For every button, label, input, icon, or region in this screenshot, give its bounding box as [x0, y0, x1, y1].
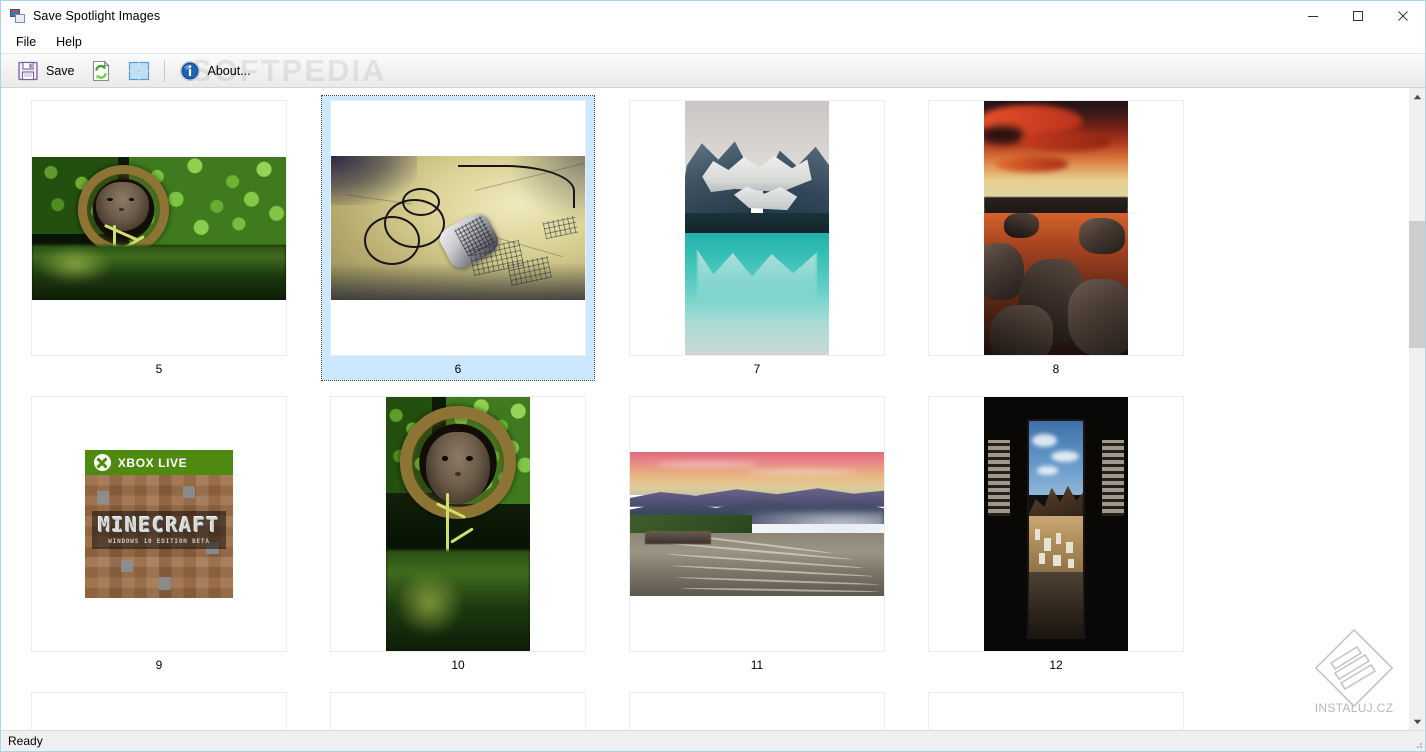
thumbnail-item[interactable]: 15 — [621, 688, 893, 730]
about-button-label: About... — [207, 63, 251, 78]
xbox-live-banner: XBOX LIVE — [85, 450, 233, 476]
thumbnail-label: 5 — [155, 362, 163, 376]
close-button[interactable] — [1380, 1, 1425, 31]
app-window-icon — [10, 8, 26, 24]
thumbnail-image — [386, 397, 530, 651]
thumbnail-image-box — [330, 396, 586, 652]
application-window: Save Spotlight Images File Help SOFTPEDI… — [0, 0, 1426, 752]
scroll-down-arrow-icon — [1413, 719, 1421, 724]
scrollbar-thumb[interactable] — [1409, 220, 1425, 349]
thumbnail-image-box — [629, 100, 885, 356]
scroll-up-button[interactable] — [1409, 88, 1425, 105]
thumbnail-label: 9 — [155, 658, 163, 672]
thumbnail-image-box — [330, 692, 586, 730]
thumbnail-label: 12 — [1049, 658, 1063, 672]
minimize-icon — [1307, 16, 1318, 17]
scroll-up-arrow-icon — [1413, 94, 1421, 99]
thumbnail-image-box — [928, 396, 1184, 652]
thumbnail-image-box — [31, 692, 287, 730]
thumbnail-image-box: XBOX LIVE MINECRAFT WINDOWS 10 EDITION B… — [31, 396, 287, 652]
content-area: 5 6 7 8 XBOX LIVE MINECRAFT WINDOWS 10 E… — [1, 88, 1425, 730]
thumbnail-gallery[interactable]: 5 6 7 8 XBOX LIVE MINECRAFT WINDOWS 10 E… — [1, 88, 1408, 730]
thumbnail-item[interactable]: 16 — [920, 688, 1192, 730]
thumbnail-image — [32, 156, 286, 300]
window-title: Save Spotlight Images — [33, 9, 161, 23]
thumbnail-image — [984, 397, 1128, 651]
info-circle-icon — [179, 60, 200, 81]
thumbnail-label: 7 — [753, 362, 761, 376]
vertical-scrollbar[interactable] — [1408, 88, 1425, 730]
xbox-logo-icon — [93, 454, 111, 472]
minecraft-subtitle: WINDOWS 10 EDITION BETA — [108, 537, 210, 545]
scrollbar-track[interactable] — [1409, 105, 1425, 713]
menu-item-file[interactable]: File — [7, 33, 45, 51]
thumbnail-image: XBOX LIVE MINECRAFT WINDOWS 10 EDITION B… — [85, 450, 233, 598]
thumbnail-image — [685, 101, 829, 355]
toolbar: SOFTPEDIA Save About... — [1, 53, 1425, 88]
thumbnail-image-box — [928, 100, 1184, 356]
title-bar: Save Spotlight Images — [1, 1, 1425, 31]
thumbnail-item[interactable]: 12 — [920, 392, 1192, 676]
grid-view-icon — [128, 61, 149, 80]
refresh-button[interactable] — [82, 55, 120, 86]
about-button[interactable]: About... — [171, 55, 258, 86]
thumbnail-item-selected[interactable]: 6 — [321, 95, 595, 381]
thumbnail-item[interactable]: 11 — [621, 392, 893, 676]
thumbnail-image-box — [31, 100, 287, 356]
status-text: Ready — [8, 734, 43, 748]
thumbnail-image-box — [629, 396, 885, 652]
scroll-down-button[interactable] — [1409, 713, 1425, 730]
thumbnail-image-box — [928, 692, 1184, 730]
thumbnail-label: 6 — [454, 362, 462, 376]
title-bar-left: Save Spotlight Images — [1, 8, 161, 24]
grid-view-button[interactable] — [120, 55, 158, 86]
maximize-icon — [1352, 11, 1363, 21]
maximize-button[interactable] — [1335, 1, 1380, 31]
thumbnail-label: 10 — [451, 658, 465, 672]
xbox-live-label: XBOX LIVE — [117, 455, 188, 470]
minecraft-title: MINECRAFT — [98, 512, 220, 537]
thumbnail-item[interactable]: 13 — [23, 688, 295, 730]
thumbnail-label: 8 — [1052, 362, 1060, 376]
save-button[interactable]: Save — [9, 55, 82, 86]
thumbnail-image — [331, 156, 585, 300]
thumbnail-item[interactable]: 8 — [920, 96, 1192, 380]
thumbnail-item[interactable]: 10 — [322, 392, 594, 676]
toolbar-separator — [163, 59, 165, 82]
thumbnail-label: 11 — [750, 658, 764, 672]
thumbnail-image — [984, 101, 1128, 355]
thumbnail-item[interactable]: 5 — [23, 96, 295, 380]
window-controls — [1290, 1, 1425, 31]
thumbnail-item[interactable]: 14 — [322, 688, 594, 730]
menu-item-help[interactable]: Help — [47, 33, 91, 51]
thumbnail-item[interactable]: 7 — [621, 96, 893, 380]
thumbnail-image-box — [330, 100, 586, 356]
thumbnail-image-box — [629, 692, 885, 730]
thumbnail-grid: 5 6 7 8 XBOX LIVE MINECRAFT WINDOWS 10 E… — [1, 95, 1408, 730]
status-bar: Ready — [1, 730, 1425, 751]
save-button-label: Save — [46, 63, 75, 78]
floppy-disk-icon — [18, 61, 38, 80]
thumbnail-item[interactable]: XBOX LIVE MINECRAFT WINDOWS 10 EDITION B… — [23, 392, 295, 676]
minecraft-logo: MINECRAFT WINDOWS 10 EDITION BETA — [92, 510, 226, 550]
minimize-button[interactable] — [1290, 1, 1335, 31]
menu-bar: File Help — [1, 31, 1425, 53]
close-icon — [1397, 11, 1408, 21]
resize-grip-icon[interactable] — [1411, 737, 1423, 749]
thumbnail-image — [630, 452, 884, 596]
refresh-page-icon — [92, 59, 110, 81]
